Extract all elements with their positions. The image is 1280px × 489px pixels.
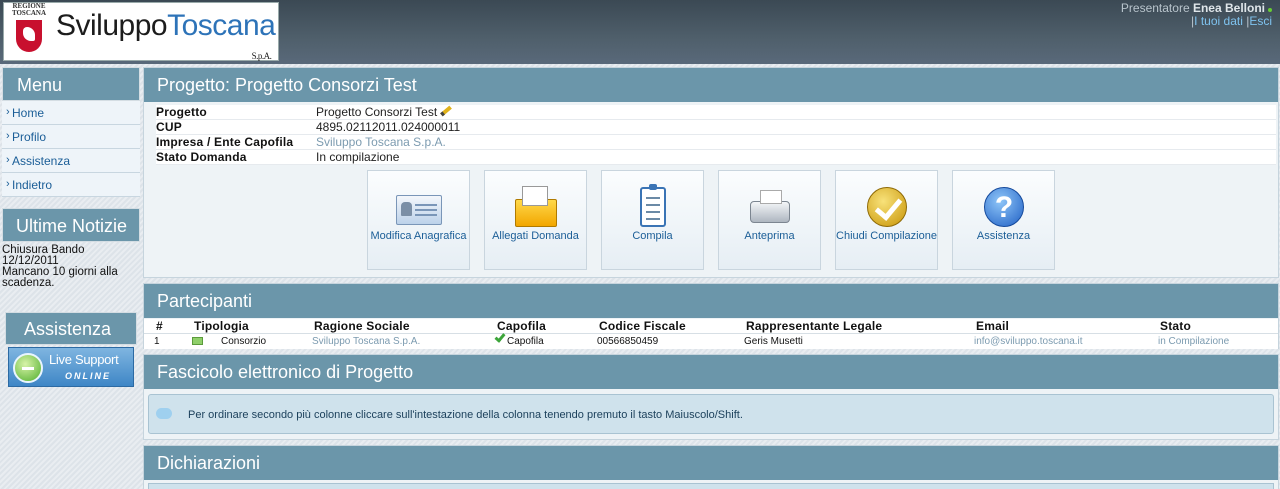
participants-panel: Partecipanti # Tipologia Ragione Sociale… (143, 283, 1279, 349)
table-row[interactable]: 1 Consorzio Sviluppo Toscana S.p.A. Capo… (144, 331, 1278, 349)
col-header-email[interactable]: Email (964, 319, 1148, 334)
email-link[interactable]: info@sviluppo.toscana.it (964, 333, 1148, 349)
edit-pencil-icon[interactable] (440, 105, 453, 117)
sidebar-item-profilo[interactable]: Profilo (2, 124, 140, 149)
col-header-rappresentante[interactable]: Rappresentante Legale (734, 319, 964, 334)
assistance-box: Assistenza Live Support ONLINE (5, 312, 137, 387)
project-panel: Progetto: Progetto Consorzi Test Progett… (143, 67, 1279, 278)
assistenza-button[interactable]: ? Assistenza (952, 170, 1055, 270)
ragione-sociale-link[interactable]: Sviluppo Toscana S.p.A. (302, 333, 485, 349)
sidebar-item-assistenza[interactable]: Assistenza (2, 148, 140, 173)
speech-bubble-icon (156, 408, 172, 419)
live-support-button[interactable]: Live Support ONLINE (8, 347, 134, 387)
id-card-icon (396, 185, 442, 229)
sort-hint: Per ordinare secondo più colonne cliccar… (148, 394, 1274, 434)
sidebar-item-indietro[interactable]: Indietro (2, 172, 140, 197)
live-support-icon (13, 353, 43, 383)
news-title: Ultime Notizie (2, 208, 140, 242)
participants-title: Partecipanti (144, 284, 1278, 318)
dichiarazioni-panel: Dichiarazioni (143, 445, 1279, 489)
dichiarazioni-title: Dichiarazioni (144, 446, 1278, 480)
news-box: Ultime Notizie Chiusura Bando 12/12/2011 M… (2, 208, 140, 289)
fascicolo-title: Fascicolo elettronico di Progetto (144, 355, 1278, 389)
compila-button[interactable]: Compila (601, 170, 704, 270)
col-header-codice-fiscale[interactable]: Codice Fiscale (587, 319, 734, 334)
fascicolo-panel: Fascicolo elettronico di Progetto Per or… (143, 354, 1279, 440)
chiudi-compilazione-button[interactable]: Chiudi Compilazione (835, 170, 938, 270)
checkmark-icon (864, 185, 910, 229)
col-header-num[interactable]: # (144, 319, 182, 334)
anteprima-button[interactable]: Anteprima (718, 170, 821, 270)
consorzio-icon (192, 336, 203, 345)
site-logo[interactable]: REGIONE TOSCANA SviluppoToscana S.p.A. (3, 2, 279, 61)
printer-icon (747, 185, 793, 229)
user-name: Enea Belloni (1192, 1, 1265, 15)
menu-title: Menu (2, 67, 140, 101)
clipboard-icon (630, 184, 676, 229)
brand-name: SviluppoToscana S.p.A. (56, 8, 276, 61)
stato-link[interactable]: in Compilazione (1148, 333, 1278, 349)
top-header: REGIONE TOSCANA SviluppoToscana S.p.A. Pr… (0, 0, 1280, 64)
col-header-stato[interactable]: Stato (1148, 319, 1278, 334)
user-info: Presentatore Enea Belloni |I tuoi dati |… (1120, 1, 1272, 28)
page-title: Progetto: Progetto Consorzi Test (144, 68, 1278, 102)
col-header-ragione-sociale[interactable]: Ragione Sociale (302, 319, 485, 334)
project-info: Progetto Progetto Consorzi Test CUP 4895.0… (156, 105, 1276, 165)
help-icon: ? (981, 185, 1027, 229)
modifica-anagrafica-button[interactable]: Modifica Anagrafica (367, 170, 470, 270)
logout-link[interactable]: Esci (1249, 14, 1272, 28)
allegati-domanda-button[interactable]: Allegati Domanda (484, 170, 587, 270)
news-text: Chiusura Bando 12/12/2011 Mancano 10 giorn… (2, 244, 118, 289)
col-header-tipologia[interactable]: Tipologia (182, 319, 302, 334)
folder-icon (513, 185, 559, 229)
assistance-title: Assistenza (5, 312, 137, 345)
sidebar-item-home[interactable]: Home (2, 100, 140, 125)
sidebar-menu: Menu Home Profilo Assistenza Indietro (2, 67, 140, 197)
capofila-link[interactable]: Sviluppo Toscana S.p.A. (316, 135, 446, 150)
region-crest-icon: REGIONE TOSCANA (8, 3, 50, 60)
my-data-link[interactable]: I tuoi dati (1194, 14, 1243, 28)
participants-table: # Tipologia Ragione Sociale Capofila Cod… (144, 319, 1278, 349)
online-status-icon (1268, 8, 1272, 12)
